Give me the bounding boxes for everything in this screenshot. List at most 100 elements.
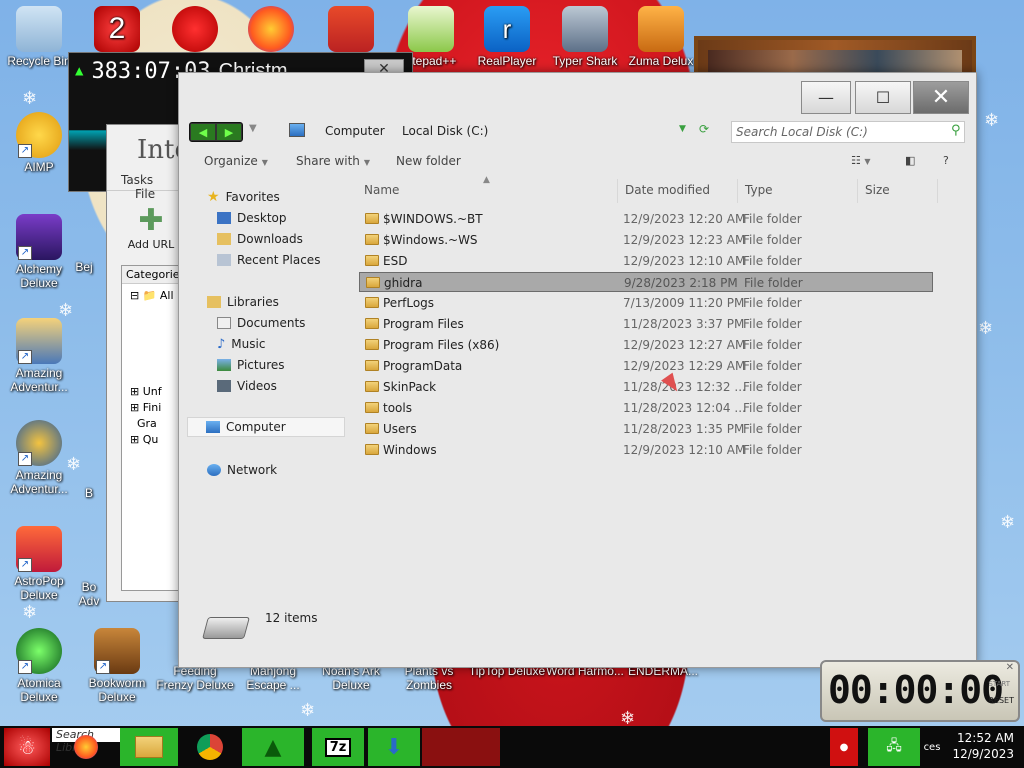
column-divider[interactable] — [737, 179, 738, 203]
desktop-icon-plants-vs-zombies[interactable]: Plants vs Zombies — [390, 664, 468, 692]
reset-button[interactable]: RESET — [988, 696, 1014, 705]
desktop-icon-amazing-adventures[interactable]: ↗ Amazing Adventur... — [0, 318, 78, 394]
close-icon[interactable]: ✕ — [1006, 662, 1014, 673]
menu-tasks[interactable]: Tasks — [121, 173, 153, 187]
minimize-button[interactable]: — — [801, 81, 851, 114]
search-input[interactable]: Search Local Disk (C:) — [731, 121, 965, 143]
nav-music[interactable]: ♪ Music — [217, 334, 265, 354]
add-url-button[interactable]: ✚ Add URL — [123, 203, 179, 251]
view-options-icon[interactable]: ☷ ▼ — [851, 154, 871, 167]
desktop-icon-realplayer[interactable]: r RealPlayer — [468, 6, 546, 68]
column-header-type[interactable]: Type — [745, 183, 773, 197]
explorer-window[interactable]: — ☐ ✕ ◀ ▶ ▼ Computer Local Disk (C:) ▼ ⟳… — [178, 72, 977, 668]
back-button[interactable]: ◀ — [191, 124, 215, 140]
tree-item-grabber[interactable]: Gra — [130, 416, 184, 432]
nav-favorites[interactable]: ★ Favorites — [207, 187, 280, 207]
desktop-icon-atomica[interactable]: ↗ Atomica Deluxe — [0, 628, 78, 704]
recent-pages-dropdown[interactable]: ▼ — [249, 123, 257, 134]
desktop-icon-bejeweled[interactable]: Bej — [62, 260, 106, 274]
taskbar-christmas-tree[interactable]: ▲ — [242, 728, 304, 766]
column-divider[interactable] — [937, 179, 938, 203]
taskbar-slot[interactable] — [422, 728, 500, 766]
table-row[interactable]: tools 11/28/2023 12:04 ... File folder — [359, 398, 933, 418]
stopwatch-widget[interactable]: 00:00:00 ✕ START RESET — [820, 660, 1020, 722]
nav-recent-places[interactable]: Recent Places — [217, 250, 320, 270]
refresh-icon[interactable]: ⟳ — [699, 122, 709, 136]
table-row[interactable]: SkinPack 11/28/2023 12:32 ... File folder — [359, 377, 933, 397]
organize-button[interactable]: Organize ▼ — [204, 154, 268, 168]
desktop-icon-zuma[interactable]: Zuma Delux — [622, 6, 700, 68]
table-row[interactable]: ESD 12/9/2023 12:10 AM File folder — [359, 251, 933, 271]
column-divider[interactable] — [857, 179, 858, 203]
maximize-button[interactable]: ☐ — [855, 81, 911, 114]
desktop-icon-app-2[interactable]: 2 — [78, 6, 156, 54]
nav-pictures[interactable]: Pictures — [217, 355, 285, 375]
desktop-icon-amazing-adventures-2[interactable]: ↗ Amazing Adventur... — [0, 420, 78, 496]
tree-item-unfinished[interactable]: ⊞ Unf — [130, 384, 184, 400]
tray-volume-icon[interactable]: ces — [922, 728, 942, 766]
nav-computer[interactable]: Computer — [187, 417, 345, 437]
table-row[interactable]: Program Files 11/28/2023 3:37 PM File fold… — [359, 314, 933, 334]
forward-button[interactable]: ▶ — [217, 124, 241, 140]
table-row[interactable]: Windows 12/9/2023 12:10 AM File folder — [359, 440, 933, 460]
taskbar-download-manager[interactable]: ⬇ — [368, 728, 420, 766]
tray-record-icon[interactable]: ● — [830, 728, 858, 766]
nav-desktop[interactable]: Desktop — [217, 208, 287, 228]
close-button[interactable]: ✕ — [913, 81, 969, 114]
column-divider[interactable] — [617, 179, 618, 203]
table-row[interactable]: $WINDOWS.~BT 12/9/2023 12:20 AM File folde… — [359, 209, 933, 229]
nav-libraries[interactable]: Libraries — [207, 292, 279, 312]
desktop-icon-astropop[interactable]: ↗ AstroPop Deluxe — [0, 526, 78, 602]
table-row[interactable]: PerfLogs 7/13/2009 11:20 PM File folder — [359, 293, 933, 313]
desktop-icon-alchemy[interactable]: ↗ Alchemy Deluxe — [0, 214, 78, 290]
table-row[interactable]: ghidra 9/28/2023 2:18 PM File folder — [359, 272, 933, 292]
column-header-date-modified[interactable]: Date modified — [625, 183, 710, 197]
column-header-name[interactable]: Name — [364, 183, 399, 197]
desktop-icon-feeding-frenzy[interactable]: Feeding Frenzy Deluxe — [156, 664, 234, 692]
search-icon[interactable]: ⚲ — [951, 123, 961, 138]
help-icon[interactable]: ? — [943, 154, 949, 167]
nav-documents[interactable]: Documents — [217, 313, 305, 333]
address-dropdown-icon[interactable]: ▼ — [679, 124, 686, 134]
desktop-icon-partial-adv[interactable]: Adv — [72, 594, 106, 608]
address-bar: ◀ ▶ ▼ Computer Local Disk (C:) ▼ ⟳ Searc… — [179, 119, 976, 149]
taskbar-explorer[interactable] — [120, 728, 178, 766]
table-row[interactable]: $Windows.~WS 12/9/2023 12:23 AM File folde… — [359, 230, 933, 250]
start-button[interactable]: ☃ — [4, 728, 50, 766]
start-button[interactable]: START — [988, 680, 1010, 688]
tree-item-all[interactable]: ⊟ 📁 All — [130, 288, 184, 304]
breadcrumb-computer[interactable]: Computer — [325, 124, 385, 138]
preview-pane-icon[interactable]: ◧ — [905, 154, 915, 167]
desktop-icon-typer-shark[interactable]: Typer Shark — [546, 6, 624, 68]
nav-videos[interactable]: Videos — [217, 376, 277, 396]
desktop-icon-recycle-bin[interactable]: Recycle Bin — [0, 6, 78, 68]
tray-network-icon[interactable]: 🖧 — [868, 728, 920, 766]
desktop-icon-firefox[interactable] — [232, 6, 310, 54]
desktop-icon-aimp[interactable]: ↗ AIMP — [0, 112, 78, 174]
taskbar-chrome[interactable] — [190, 728, 230, 766]
share-with-button[interactable]: Share with ▼ — [296, 154, 370, 168]
desktop-icon-shrine-gate[interactable] — [312, 6, 390, 54]
taskbar-firefox[interactable] — [66, 728, 106, 766]
table-row[interactable]: Program Files (x86) 12/9/2023 12:27 AM Fil… — [359, 335, 933, 355]
desktop-icon-noahs-ark[interactable]: Noah's Ark Deluxe — [312, 664, 390, 692]
table-row[interactable]: Users 11/28/2023 1:35 PM File folder — [359, 419, 933, 439]
nav-downloads[interactable]: Downloads — [217, 229, 303, 249]
new-folder-button[interactable]: New folder — [396, 154, 461, 168]
title-bar[interactable]: — ☐ ✕ — [179, 73, 976, 119]
tree-item-queues[interactable]: ⊞ Qu — [130, 432, 184, 448]
column-header-size[interactable]: Size — [865, 183, 890, 197]
desktop-icon-partial-bo[interactable]: Bo — [72, 580, 106, 594]
taskbar-7zip[interactable]: 7z — [312, 728, 364, 766]
desktop-icon-mahjong[interactable]: Mahjong Escape ... — [234, 664, 312, 692]
desktop-icon-partial-b[interactable]: B — [74, 486, 104, 500]
download-manager-window[interactable]: Inte Tasks File ✚ Add URL Categories ⊟ 📁… — [106, 124, 186, 602]
tree-item-finished[interactable]: ⊞ Fini — [130, 400, 184, 416]
system-clock[interactable]: 12:52 AM 12/9/2023 — [952, 730, 1014, 762]
nav-network[interactable]: Network — [207, 460, 277, 480]
breadcrumb-local-disk[interactable]: Local Disk (C:) — [402, 124, 488, 138]
table-row[interactable]: ProgramData 12/9/2023 12:29 AM File folder — [359, 356, 933, 376]
desktop-icon-red-creature[interactable] — [156, 6, 234, 54]
desktop-icon-bookworm[interactable]: ↗ Bookworm Deluxe — [78, 628, 156, 704]
menu-file[interactable]: File — [135, 187, 155, 201]
